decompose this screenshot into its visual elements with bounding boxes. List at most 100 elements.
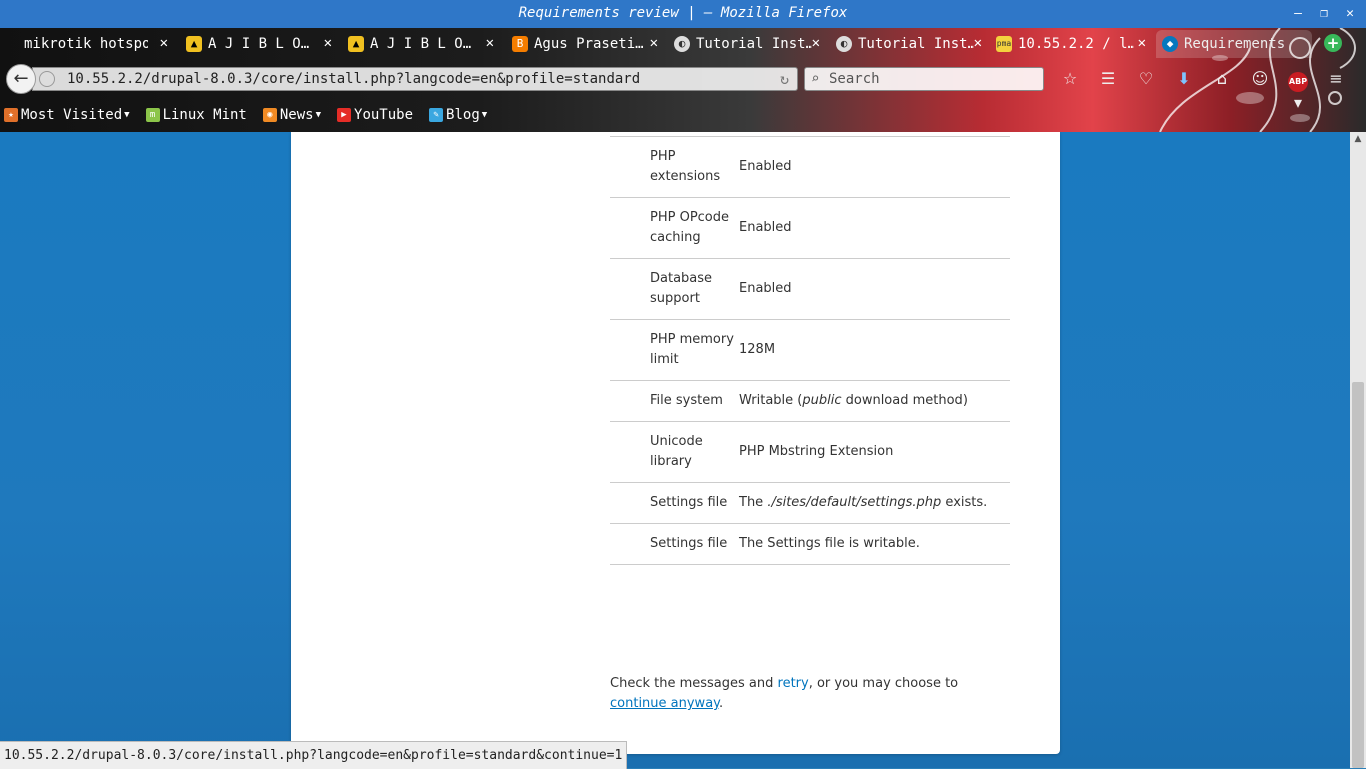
scroll-up-icon[interactable]: ▲ [1350, 132, 1366, 146]
bookmark-linux-mint[interactable]: m Linux Mint [145, 107, 247, 123]
url-bar[interactable]: 10.55.2.2/drupal-8.0.3/core/install.php?… [32, 67, 798, 91]
requirement-value: Enabled [739, 258, 1010, 320]
requirement-label: PHP memory limit [610, 319, 739, 381]
table-row: Settings file The Settings file is writa… [610, 523, 1010, 565]
window-titlebar: Requirements review | — Mozilla Firefox … [0, 0, 1366, 28]
reading-list-icon[interactable]: ☰ [1094, 68, 1122, 90]
bookmark-star-icon[interactable]: ☆ [1056, 68, 1084, 90]
requirement-value: Enabled [739, 197, 1010, 259]
window-title: Requirements review | — Mozilla Firefox [518, 5, 848, 21]
menu-icon[interactable]: ≡ [1322, 68, 1350, 90]
new-tab-button[interactable]: + [1324, 34, 1342, 52]
value-emphasis: ./sites/default/settings.php [767, 495, 942, 510]
value-text: Writable ( [739, 393, 803, 408]
bookmark-blog[interactable]: ✎ Blog ▼ [429, 107, 487, 123]
phpmyadmin-icon: pma [996, 36, 1012, 52]
requirement-value: The Settings file is writable. [739, 523, 1010, 565]
bookmark-label: Most Visited [21, 107, 123, 123]
blog-icon: ✎ [429, 108, 444, 122]
tux-icon: ▲ [186, 36, 202, 52]
bookmark-news[interactable]: ◉ News ▼ [262, 107, 321, 123]
continue-anyway-link[interactable]: continue anyway [610, 696, 719, 711]
requirement-value: Writable (public download method) [739, 380, 1010, 422]
tab-label: Agus Praseti… [534, 36, 644, 52]
value-text: exists. [941, 495, 988, 510]
tab-close-icon[interactable]: ✕ [1138, 35, 1146, 51]
search-bar[interactable]: ⌕ Search [804, 67, 1044, 91]
bookmark-label: Linux Mint [162, 107, 247, 123]
value-text: The [739, 495, 768, 510]
requirement-label: PHP extensions [610, 136, 739, 198]
minimize-icon[interactable]: — [1290, 1, 1306, 27]
tab-close-icon[interactable]: ✕ [486, 35, 494, 51]
requirement-label: Settings file [610, 523, 739, 565]
bookmark-youtube[interactable]: ▶ YouTube [337, 107, 413, 123]
bookmark-most-visited[interactable]: ★ Most Visited ▼ [4, 107, 130, 123]
back-button[interactable]: ← [6, 64, 36, 94]
tab-close-icon[interactable]: ✕ [650, 35, 658, 51]
requirement-value: PHP Mbstring Extension [739, 421, 1010, 483]
tab-label: mikrotik hotspot… [24, 36, 148, 52]
bookmarks-toolbar: ★ Most Visited ▼ m Linux Mint ◉ News ▼ ▶ Y… [0, 100, 1366, 130]
tab-label: Tutorial Inst… [858, 36, 974, 52]
requirement-value: Enabled [739, 136, 1010, 198]
message-text: . [719, 696, 724, 711]
most-visited-icon: ★ [4, 108, 18, 122]
requirement-label: Database support [610, 258, 739, 320]
requirement-value: The ./sites/default/settings.php exists. [739, 482, 1010, 524]
search-icon: ⌕ [811, 71, 820, 87]
requirement-label: Unicode library [610, 421, 739, 483]
toolbar-icons: ☆ ☰ ♡ ⬇ ⌂ ☺ ABP ▾ ≡ [1056, 68, 1350, 112]
table-row: PHP OPcode caching Enabled [610, 197, 1010, 259]
close-icon[interactable]: ✕ [1342, 1, 1358, 27]
tab-label: Requirements [1184, 36, 1286, 52]
requirement-label: Settings file [610, 482, 739, 524]
tab-close-icon[interactable]: ✕ [324, 35, 332, 51]
chevron-down-icon: ▼ [481, 110, 488, 120]
home-icon[interactable]: ⌂ [1208, 68, 1236, 90]
reload-icon[interactable]: ↻ [780, 68, 789, 90]
message-text: , or you may choose to [808, 676, 959, 691]
tab-close-icon[interactable]: ✕ [812, 35, 820, 51]
tab-agus-prasetio[interactable]: B Agus Praseti… ✕ [512, 30, 658, 58]
page-icon: ◐ [674, 36, 690, 52]
rss-icon: ◉ [262, 108, 277, 122]
tab-requirements[interactable]: ◆ Requirements [1156, 30, 1312, 58]
vertical-scrollbar[interactable]: ▲ [1350, 132, 1366, 768]
tab-phpmyadmin[interactable]: pma 10.55.2.2 / l… ✕ [996, 30, 1146, 58]
adblock-plus-icon[interactable]: ABP ▾ [1284, 68, 1312, 112]
retry-link[interactable]: retry [778, 676, 809, 691]
tab-ajiblog-2[interactable]: ▲ A J I B L O… ✕ [348, 30, 494, 58]
table-row: File system Writable (public download me… [610, 380, 1010, 422]
tab-close-icon[interactable]: ✕ [160, 35, 168, 51]
table-row: Settings file The ./sites/default/settin… [610, 482, 1010, 524]
requirement-label: PHP OPcode caching [610, 197, 739, 259]
bookmark-label: Blog [446, 107, 480, 123]
pocket-icon[interactable]: ♡ [1132, 68, 1160, 90]
search-placeholder: Search [829, 71, 880, 87]
status-bar: 10.55.2.2/drupal-8.0.3/core/install.php?… [0, 741, 628, 769]
tab-tutorial-1[interactable]: ◐ Tutorial Inst… ✕ [674, 30, 820, 58]
maximize-icon[interactable]: ❐ [1316, 1, 1332, 27]
value-emphasis: public [802, 393, 842, 408]
site-identity-icon[interactable] [39, 71, 55, 87]
smiley-icon[interactable]: ☺ [1246, 68, 1274, 90]
requirements-message: Check the messages and retry, or you may… [610, 674, 1010, 714]
page-viewport: PHP extensions Enabled PHP OPcode cachin… [0, 132, 1350, 768]
message-text: Check the messages and [610, 676, 778, 691]
bookmark-label: News [279, 107, 314, 123]
tab-mikrotik[interactable]: mikrotik hotspot… ✕ [8, 30, 168, 58]
tab-label: Tutorial Inst… [696, 36, 812, 52]
tab-close-icon[interactable]: ✕ [974, 35, 982, 51]
drupal-icon: ◆ [1162, 36, 1178, 52]
tab-tutorial-2[interactable]: ◐ Tutorial Inst… ✕ [836, 30, 982, 58]
table-row: PHP memory limit 128M [610, 319, 1010, 381]
requirements-table: PHP extensions Enabled PHP OPcode cachin… [610, 136, 1010, 565]
downloads-icon[interactable]: ⬇ [1170, 68, 1198, 90]
tux-icon: ▲ [348, 36, 364, 52]
window-controls: — ❐ ✕ [1290, 0, 1358, 28]
url-text: 10.55.2.2/drupal-8.0.3/core/install.php?… [67, 71, 641, 87]
tab-ajiblog-1[interactable]: ▲ A J I B L O… ✕ [186, 30, 332, 58]
scrollbar-thumb[interactable] [1352, 382, 1364, 768]
requirement-value: 128M [739, 319, 1010, 381]
